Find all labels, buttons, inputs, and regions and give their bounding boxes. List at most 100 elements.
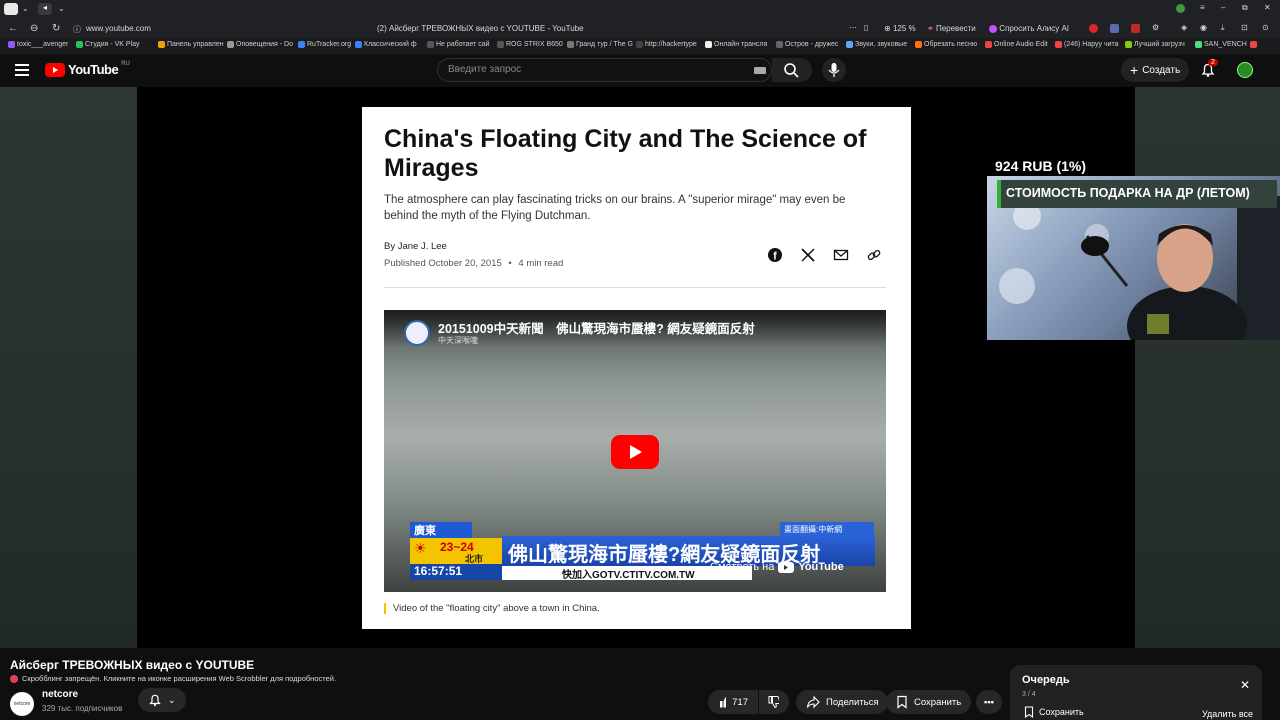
share-label: Поделиться xyxy=(826,696,879,708)
bookmark-favicon-icon xyxy=(915,41,922,48)
dislike-button[interactable] xyxy=(759,690,789,714)
zoom-indicator[interactable]: ⊕ 125 % xyxy=(884,24,916,33)
bookmark-item[interactable]: toxic___avenger xyxy=(8,41,68,48)
bookmark-item[interactable]: Оповещения - Do xyxy=(227,41,293,48)
channel-name[interactable]: netcore xyxy=(42,689,78,700)
minimize-icon[interactable]: – xyxy=(1221,3,1225,12)
browser-menu-icon[interactable] xyxy=(4,3,18,15)
facebook-share-icon[interactable]: f xyxy=(767,247,783,263)
embed-channel[interactable]: 中天深喉嚨 xyxy=(438,335,478,346)
queue-panel: Очередь 3 / 4 ✕ Сохранить Удалить все xyxy=(1010,665,1262,720)
bookmark-item[interactable] xyxy=(1250,41,1257,48)
search-button[interactable] xyxy=(772,58,812,82)
channel-avatar[interactable]: netcore xyxy=(10,692,34,716)
like-count: 717 xyxy=(732,696,748,708)
embed-title[interactable]: 20151009中天新聞 佛山驚現海市蜃樓? 網友疑鏡面反射 xyxy=(438,318,755,337)
bookmark-item[interactable]: RuTracker.org xyxy=(298,41,351,48)
x-share-icon[interactable] xyxy=(800,247,816,263)
tab-chevron-icon[interactable]: ⌄ xyxy=(58,4,65,13)
close-window-icon[interactable]: ✕ xyxy=(1264,3,1271,12)
embed-channel-avatar[interactable] xyxy=(404,320,430,346)
embedded-video[interactable]: 20151009中天新聞 佛山驚現海市蜃樓? 網友疑鏡面反射 中天深喉嚨 廣東 … xyxy=(384,310,886,592)
close-icon[interactable]: ✕ xyxy=(1240,678,1250,692)
youtube-logo-text: YouTube xyxy=(68,62,119,77)
bookmark-favicon-icon xyxy=(497,41,504,48)
notifications-button[interactable]: 2 xyxy=(1200,59,1218,83)
extension-blue-icon[interactable] xyxy=(1110,24,1119,33)
bookmark-save-icon xyxy=(897,695,907,709)
bookmark-item[interactable]: Звуки, звуковые xyxy=(846,41,907,48)
bookmark-item[interactable]: Панель управлен xyxy=(158,41,224,48)
article-byline: By Jane J. Lee xyxy=(384,241,447,252)
bookmark-item[interactable]: Остров - дружес xyxy=(776,41,838,48)
bookmark-item[interactable]: Не работает сай xyxy=(427,41,490,48)
subscriber-count: 329 тыс. подписчиков xyxy=(42,704,123,713)
watch-on-youtube[interactable]: Смотреть на YouTube xyxy=(710,561,844,573)
bookmark-item[interactable]: (246) Наруу чита xyxy=(1055,41,1119,48)
queue-save-button[interactable]: Сохранить xyxy=(1024,706,1084,718)
extensions-icon[interactable]: ⊡ xyxy=(1241,23,1248,32)
link-share-icon[interactable] xyxy=(866,247,882,263)
bookmark-label: Оповещения - Do xyxy=(236,41,293,48)
bookmark-item[interactable]: Online Audio Edit xyxy=(985,41,1048,48)
reload-icon[interactable]: ↻ xyxy=(52,23,60,34)
shield-icon[interactable]: ◈ xyxy=(1181,23,1187,32)
menu-icon[interactable]: ≡ xyxy=(1200,3,1205,12)
search-input[interactable]: Введите запрос xyxy=(448,64,521,75)
create-label: Создать xyxy=(1142,64,1181,76)
alice-button[interactable]: Спросить Алису AI xyxy=(989,24,1069,33)
voice-search-button[interactable] xyxy=(822,58,846,82)
bookmark-favicon-icon xyxy=(298,41,305,48)
create-button[interactable]: + Создать xyxy=(1121,58,1190,82)
bookmark-item[interactable]: ROG STRIX B650 xyxy=(497,41,563,48)
play-button[interactable] xyxy=(611,435,659,469)
back-tab-icon[interactable]: ◂ xyxy=(38,3,52,15)
translate-button[interactable]: ⚭ Перевести xyxy=(927,24,976,33)
profile-icon[interactable]: ⊙ xyxy=(1262,23,1269,32)
save-button[interactable]: Сохранить xyxy=(886,690,972,714)
bookmark-item[interactable]: SAN_VENCH xyxy=(1195,41,1247,48)
extension-red-icon[interactable] xyxy=(1089,24,1098,33)
search-box[interactable]: Введите запрос xyxy=(437,58,772,82)
more-icon[interactable]: ⋯ xyxy=(849,23,857,32)
bookmark-label: Остров - дружес xyxy=(785,41,839,48)
chevron-down-icon[interactable]: ⌄ xyxy=(22,4,29,13)
eye-icon[interactable]: ◉ xyxy=(1200,23,1207,32)
keyboard-icon[interactable] xyxy=(754,67,766,74)
watch-on-label: Смотреть на xyxy=(710,561,775,573)
bookmark-icon[interactable]: ▯ xyxy=(864,23,868,32)
forward-icon[interactable]: ⊖ xyxy=(30,23,38,34)
extension-icon[interactable] xyxy=(1131,24,1140,33)
bookmark-favicon-icon xyxy=(846,41,853,48)
bookmark-favicon-icon xyxy=(355,41,362,48)
back-icon[interactable]: ← xyxy=(8,23,18,34)
youtube-logo[interactable]: YouTube RU xyxy=(45,61,130,77)
address-bar[interactable]: www.youtube.com xyxy=(86,24,151,33)
extension-settings-icon[interactable]: ⚙ xyxy=(1152,23,1159,32)
download-icon[interactable]: ⤓ xyxy=(1221,23,1225,33)
restore-icon[interactable]: ⧉ xyxy=(1242,3,1248,13)
bookmark-item[interactable]: Гранд тур / The G xyxy=(567,41,633,48)
email-share-icon[interactable] xyxy=(833,247,849,263)
bookmark-item[interactable]: Обрезать песню xyxy=(915,41,977,48)
bookmark-label: toxic___avenger xyxy=(17,41,69,48)
hamburger-menu-icon[interactable] xyxy=(15,63,29,76)
bookmark-favicon-icon xyxy=(427,41,434,48)
bookmark-item[interactable]: Онлайн трансля xyxy=(705,41,767,48)
tab-title: (2) Айсберг ТРЕВОЖНЫХ видео с YOUTUBE - … xyxy=(377,24,584,33)
like-button[interactable]: 717 xyxy=(708,690,758,714)
avatar[interactable] xyxy=(1237,62,1253,78)
queue-remove-all-button[interactable]: Удалить все xyxy=(1202,709,1253,719)
bookmark-item[interactable]: Студия - VK Play xyxy=(76,41,140,48)
alice-icon xyxy=(989,24,997,33)
share-button[interactable]: Поделиться xyxy=(796,690,889,714)
more-actions-button[interactable]: ••• xyxy=(976,690,1002,714)
share-arrow-icon xyxy=(806,695,820,709)
site-info-icon[interactable]: ⓘ xyxy=(73,24,81,35)
divider xyxy=(384,287,886,288)
bookmark-item[interactable]: Классический ф xyxy=(355,41,417,48)
green-extension-icon[interactable] xyxy=(1176,4,1185,13)
bookmark-item[interactable]: http://hackertype xyxy=(636,41,697,48)
subscription-bell-button[interactable]: ⌄ xyxy=(138,688,186,712)
bookmark-item[interactable]: Лучший загрузч xyxy=(1125,41,1185,48)
